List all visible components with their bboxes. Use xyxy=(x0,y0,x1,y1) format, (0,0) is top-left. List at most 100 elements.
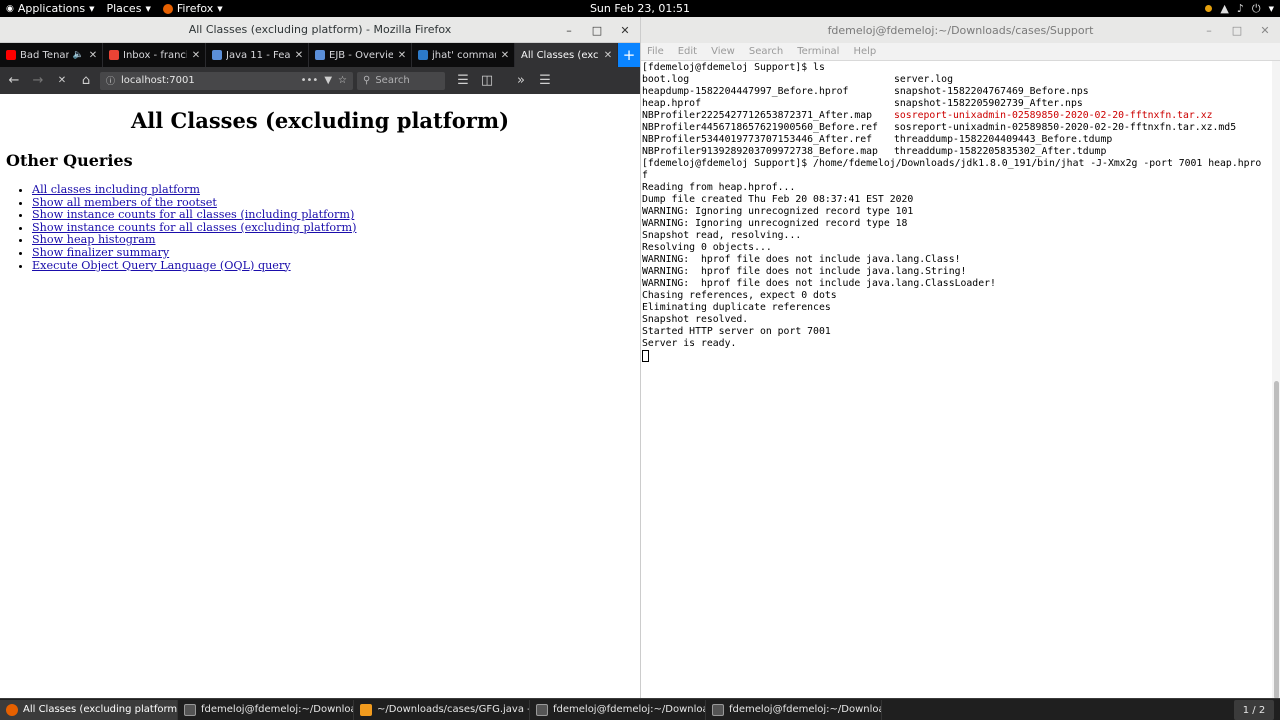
terminal-scrollbar[interactable] xyxy=(1272,61,1280,698)
tab-jhat-command[interactable]: jhat' command ✕ xyxy=(412,43,515,67)
page-content: All Classes (excluding platform) Other Q… xyxy=(0,94,640,698)
gmail-icon xyxy=(109,50,119,60)
back-button[interactable]: ← xyxy=(4,71,24,91)
top-panel: ◉ Applications ▼ Places ▼ Firefox ▼ Sun … xyxy=(0,0,1280,17)
web-icon xyxy=(315,50,325,60)
link-heap-histogram[interactable]: Show heap histogram xyxy=(32,233,156,247)
taskbar-item-terminal-1[interactable]: fdemeloj@fdemeloj:~/Downloads/... xyxy=(178,699,354,720)
terminal-line: Started HTTP server on port 7001 xyxy=(642,326,831,337)
terminal-line: Reading from heap.hprof... xyxy=(642,182,796,193)
taskbar-item-terminal-2[interactable]: fdemeloj@fdemeloj:~/Downloads/... xyxy=(530,699,706,720)
firefox-app-menu[interactable]: Firefox ▼ xyxy=(157,0,229,17)
menu-view[interactable]: View xyxy=(711,46,735,57)
menu-file[interactable]: File xyxy=(647,46,664,57)
link-finalizer-summary[interactable]: Show finalizer summary xyxy=(32,246,169,259)
hamburger-menu-icon[interactable]: ☰ xyxy=(535,71,555,91)
terminal-line: [fdemeloj@fdemeloj Support]$ ls xyxy=(642,62,825,73)
sublime-icon xyxy=(360,703,372,716)
power-icon: ⏻ xyxy=(1251,1,1261,15)
youtube-icon xyxy=(6,50,16,60)
ls-entry: boot.log xyxy=(642,74,690,85)
close-tab-icon[interactable]: ✕ xyxy=(500,50,510,61)
maximize-button[interactable]: □ xyxy=(1230,24,1244,37)
overflow-chevron-icon[interactable]: » xyxy=(511,71,531,91)
terminal-cursor-line xyxy=(642,350,1273,362)
info-icon[interactable]: ⓘ xyxy=(106,74,115,87)
tab-ejb[interactable]: EJB - Overview ✕ xyxy=(309,43,412,67)
page-actions-icon[interactable]: ••• xyxy=(301,75,319,86)
close-button[interactable]: ✕ xyxy=(1258,24,1272,37)
ls-row: heap.hprof snapshot-1582205902739_After.n… xyxy=(642,98,1273,110)
ls-entry: snapshot-1582205902739_After.nps xyxy=(894,98,1083,109)
ls-row: boot.log server.log xyxy=(642,74,1273,86)
taskbar-item-sublime[interactable]: ~/Downloads/cases/GFG.java - Su... xyxy=(354,699,530,720)
terminal-menubar: File Edit View Search Terminal Help xyxy=(641,43,1280,61)
close-tab-icon[interactable]: ✕ xyxy=(88,50,98,61)
chevron-down-icon: ▼ xyxy=(217,4,223,13)
tab-title: Java 11 - Features xyxy=(226,49,290,61)
search-icon: ⚲ xyxy=(363,75,371,86)
stop-loading-button[interactable]: ✕ xyxy=(52,71,72,91)
places-label: Places xyxy=(106,2,142,15)
close-tab-icon[interactable]: ✕ xyxy=(294,50,304,61)
taskbar-item-firefox[interactable]: All Classes (excluding platform) - ... xyxy=(0,699,178,720)
system-tray[interactable]: ▲ ♪ ⏻ ▼ xyxy=(1205,0,1274,17)
terminal-titlebar[interactable]: fdemeloj@fdemeloj:~/Downloads/cases/Supp… xyxy=(641,17,1280,43)
home-button[interactable]: ⌂ xyxy=(76,71,96,91)
tab-inbox[interactable]: Inbox - francis ✕ xyxy=(103,43,206,67)
taskbar-item-label: fdemeloj@fdemeloj:~/Downloads/... xyxy=(553,704,705,715)
library-icon[interactable]: ☰ xyxy=(453,71,473,91)
close-tab-icon[interactable]: ✕ xyxy=(397,50,407,61)
section-heading: Other Queries xyxy=(6,151,133,170)
terminal-icon xyxy=(712,703,724,716)
link-oql-query[interactable]: Execute Object Query Language (OQL) quer… xyxy=(32,259,291,272)
taskbar-item-terminal-3[interactable]: fdemeloj@fdemeloj:~/Downloads/... xyxy=(706,699,882,720)
web-icon xyxy=(212,50,222,60)
terminal-line: f xyxy=(642,170,648,181)
terminal-window-title: fdemeloj@fdemeloj:~/Downloads/cases/Supp… xyxy=(827,23,1094,37)
bookmark-star-icon[interactable]: ☆ xyxy=(338,75,347,86)
close-tab-icon[interactable]: ✕ xyxy=(191,50,201,61)
applications-menu[interactable]: ◉ Applications ▼ xyxy=(0,0,100,17)
sidebar-icon[interactable]: ◫ xyxy=(477,71,497,91)
close-tab-icon[interactable]: ✕ xyxy=(603,50,613,61)
speaker-icon[interactable]: 🔈 xyxy=(73,50,84,60)
places-menu[interactable]: Places ▼ xyxy=(100,0,156,17)
tab-bad-tenant[interactable]: Bad Tenant 🔈 ✕ xyxy=(0,43,103,67)
pocket-icon[interactable]: ▼ xyxy=(324,75,332,86)
new-tab-button[interactable]: + xyxy=(618,43,640,67)
chevron-down-icon: ▼ xyxy=(89,4,95,13)
terminal-line: WARNING: Ignoring unrecognized record ty… xyxy=(642,218,908,229)
menu-search[interactable]: Search xyxy=(749,46,783,57)
link-rootset-members[interactable]: Show all members of the rootset xyxy=(32,196,217,209)
menu-edit[interactable]: Edit xyxy=(678,46,697,57)
menu-terminal[interactable]: Terminal xyxy=(797,46,839,57)
menu-help[interactable]: Help xyxy=(853,46,876,57)
ls-entry: heapdump-1582204447997_Before.hprof xyxy=(642,86,849,97)
close-button[interactable]: ✕ xyxy=(618,24,632,37)
link-all-classes-including-platform[interactable]: All classes including platform xyxy=(32,183,200,196)
maximize-button[interactable]: □ xyxy=(590,24,604,37)
terminal-output[interactable]: [fdemeloj@fdemeloj Support]$ ls boot.log… xyxy=(641,61,1273,698)
minimize-button[interactable]: – xyxy=(562,24,576,37)
terminal-line: [fdemeloj@fdemeloj Support]$ /home/fdeme… xyxy=(642,158,1262,169)
url-bar[interactable]: ⓘ localhost:7001 ••• ▼ ☆ xyxy=(100,71,353,90)
tab-java11[interactable]: Java 11 - Features ✕ xyxy=(206,43,309,67)
search-placeholder: Search xyxy=(375,75,410,86)
scrollbar-thumb[interactable] xyxy=(1274,381,1279,698)
firefox-titlebar[interactable]: All Classes (excluding platform) - Mozil… xyxy=(0,17,640,43)
taskbar-item-label: All Classes (excluding platform) - ... xyxy=(23,704,178,715)
tab-all-classes[interactable]: All Classes (exclu ✕ xyxy=(515,43,618,67)
terminal-cursor xyxy=(642,350,649,362)
workspace-switcher[interactable]: 1 / 2 xyxy=(1234,700,1274,720)
forward-button[interactable]: → xyxy=(28,71,48,91)
link-instance-counts-including[interactable]: Show instance counts for all classes (in… xyxy=(32,208,354,221)
minimize-button[interactable]: – xyxy=(1202,24,1216,37)
search-box[interactable]: ⚲ Search xyxy=(357,71,445,90)
terminal-line: Eliminating duplicate references xyxy=(642,302,831,313)
ls-row: heapdump-1582204447997_Before.hprof snaps… xyxy=(642,86,1273,98)
link-instance-counts-excluding[interactable]: Show instance counts for all classes (ex… xyxy=(32,221,356,234)
chevron-down-icon: ▼ xyxy=(145,4,151,13)
ls-entry: threaddump-1582204409443_Before.tdump xyxy=(894,134,1113,145)
tab-title: Inbox - francis xyxy=(123,49,187,61)
